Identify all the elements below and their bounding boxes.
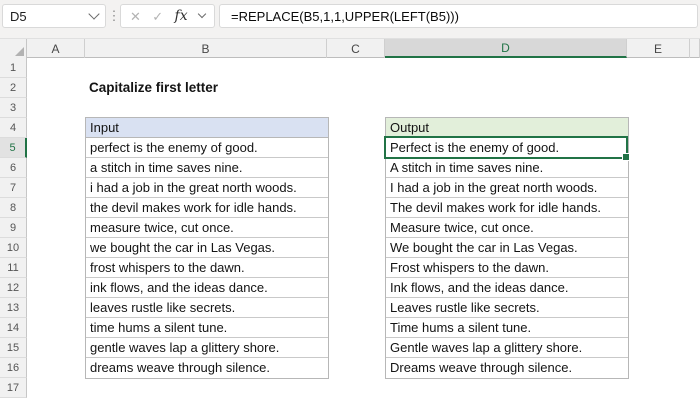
row-header-8[interactable]: 8 [0, 198, 27, 218]
row-header-13[interactable]: 13 [0, 298, 27, 318]
input-cell[interactable]: ink flows, and the ideas dance. [86, 278, 328, 298]
row-header-10[interactable]: 10 [0, 238, 27, 258]
output-cell[interactable]: I had a job in the great north woods. [386, 178, 628, 198]
formula-bar[interactable]: =REPLACE(B5,1,1,UPPER(LEFT(B5))) [219, 4, 698, 28]
chevron-down-icon[interactable] [197, 9, 207, 19]
chevron-down-icon[interactable] [88, 8, 100, 20]
row-header-11[interactable]: 11 [0, 258, 27, 278]
row-header-16[interactable]: 16 [0, 358, 27, 378]
output-cell[interactable]: A stitch in time saves nine. [386, 158, 628, 178]
row-header-17[interactable]: 17 [0, 378, 27, 398]
output-cell[interactable]: Leaves rustle like secrets. [386, 298, 628, 318]
row-header-6[interactable]: 6 [0, 158, 27, 178]
input-cell[interactable]: gentle waves lap a glittery shore. [86, 338, 328, 358]
row-header-2[interactable]: 2 [0, 78, 27, 98]
input-cell[interactable]: leaves rustle like secrets. [86, 298, 328, 318]
name-box[interactable]: D5 [2, 4, 106, 28]
formula-bar-resize-handle[interactable]: ⋮ [108, 4, 121, 28]
select-all-triangle-icon [15, 47, 24, 56]
sheet-title-cell[interactable]: Capitalize first letter [89, 78, 218, 98]
row-header-12[interactable]: 12 [0, 278, 27, 298]
insert-function-icon[interactable]: fx [175, 9, 188, 23]
column-header-A[interactable]: A [27, 39, 85, 58]
column-header-E[interactable]: E [627, 39, 690, 58]
row-header-4[interactable]: 4 [0, 118, 27, 138]
output-cell[interactable]: Perfect is the enemy of good. [386, 138, 628, 158]
input-cell[interactable]: time hums a silent tune. [86, 318, 328, 338]
output-cell[interactable]: We bought the car in Las Vegas. [386, 238, 628, 258]
column-header-filler[interactable] [690, 39, 700, 58]
input-cell[interactable]: frost whispers to the dawn. [86, 258, 328, 278]
fill-handle[interactable] [622, 153, 630, 161]
name-box-value: D5 [10, 8, 27, 24]
row-header-1[interactable]: 1 [0, 58, 27, 78]
column-header-D[interactable]: D [385, 39, 627, 58]
row-header-15[interactable]: 15 [0, 338, 27, 358]
input-cell[interactable]: perfect is the enemy of good. [86, 138, 328, 158]
enter-icon[interactable]: ✓ [152, 10, 163, 23]
row-header-9[interactable]: 9 [0, 218, 27, 238]
column-headers: ABCDE [0, 38, 700, 58]
input-cell[interactable]: dreams weave through silence. [86, 358, 328, 378]
row-header-3[interactable]: 3 [0, 98, 27, 118]
output-cell[interactable]: Measure twice, cut once. [386, 218, 628, 238]
cancel-icon[interactable]: ✕ [130, 10, 141, 23]
output-cell[interactable]: Gentle waves lap a glittery shore. [386, 338, 628, 358]
output-header-cell[interactable]: Output [386, 118, 628, 138]
input-cell[interactable]: measure twice, cut once. [86, 218, 328, 238]
output-cell[interactable]: Ink flows, and the ideas dance. [386, 278, 628, 298]
column-header-B[interactable]: B [85, 39, 327, 58]
formula-bar-chrome: D5 ⋮ ✕ ✓ fx =REPLACE(B5,1,1,UPPER(LEFT(B… [0, 0, 700, 38]
output-table: Output Perfect is the enemy of good. A sti… [385, 117, 629, 379]
row-header-7[interactable]: 7 [0, 178, 27, 198]
column-header-C[interactable]: C [327, 39, 385, 58]
input-header-cell[interactable]: Input [86, 118, 328, 138]
formula-actions: ✕ ✓ fx [120, 4, 215, 28]
input-table: Input perfect is the enemy of good. a stit… [85, 117, 329, 379]
formula-text: =REPLACE(B5,1,1,UPPER(LEFT(B5))) [231, 8, 459, 24]
input-cell[interactable]: the devil makes work for idle hands. [86, 198, 328, 218]
select-all-button[interactable] [0, 39, 27, 58]
input-cell[interactable]: i had a job in the great north woods. [86, 178, 328, 198]
input-cell[interactable]: a stitch in time saves nine. [86, 158, 328, 178]
output-cell[interactable]: The devil makes work for idle hands. [386, 198, 628, 218]
output-cell[interactable]: Frost whispers to the dawn. [386, 258, 628, 278]
output-cell[interactable]: Dreams weave through silence. [386, 358, 628, 378]
row-header-14[interactable]: 14 [0, 318, 27, 338]
output-cell[interactable]: Time hums a silent tune. [386, 318, 628, 338]
row-header-5[interactable]: 5 [0, 138, 27, 158]
input-cell[interactable]: we bought the car in Las Vegas. [86, 238, 328, 258]
